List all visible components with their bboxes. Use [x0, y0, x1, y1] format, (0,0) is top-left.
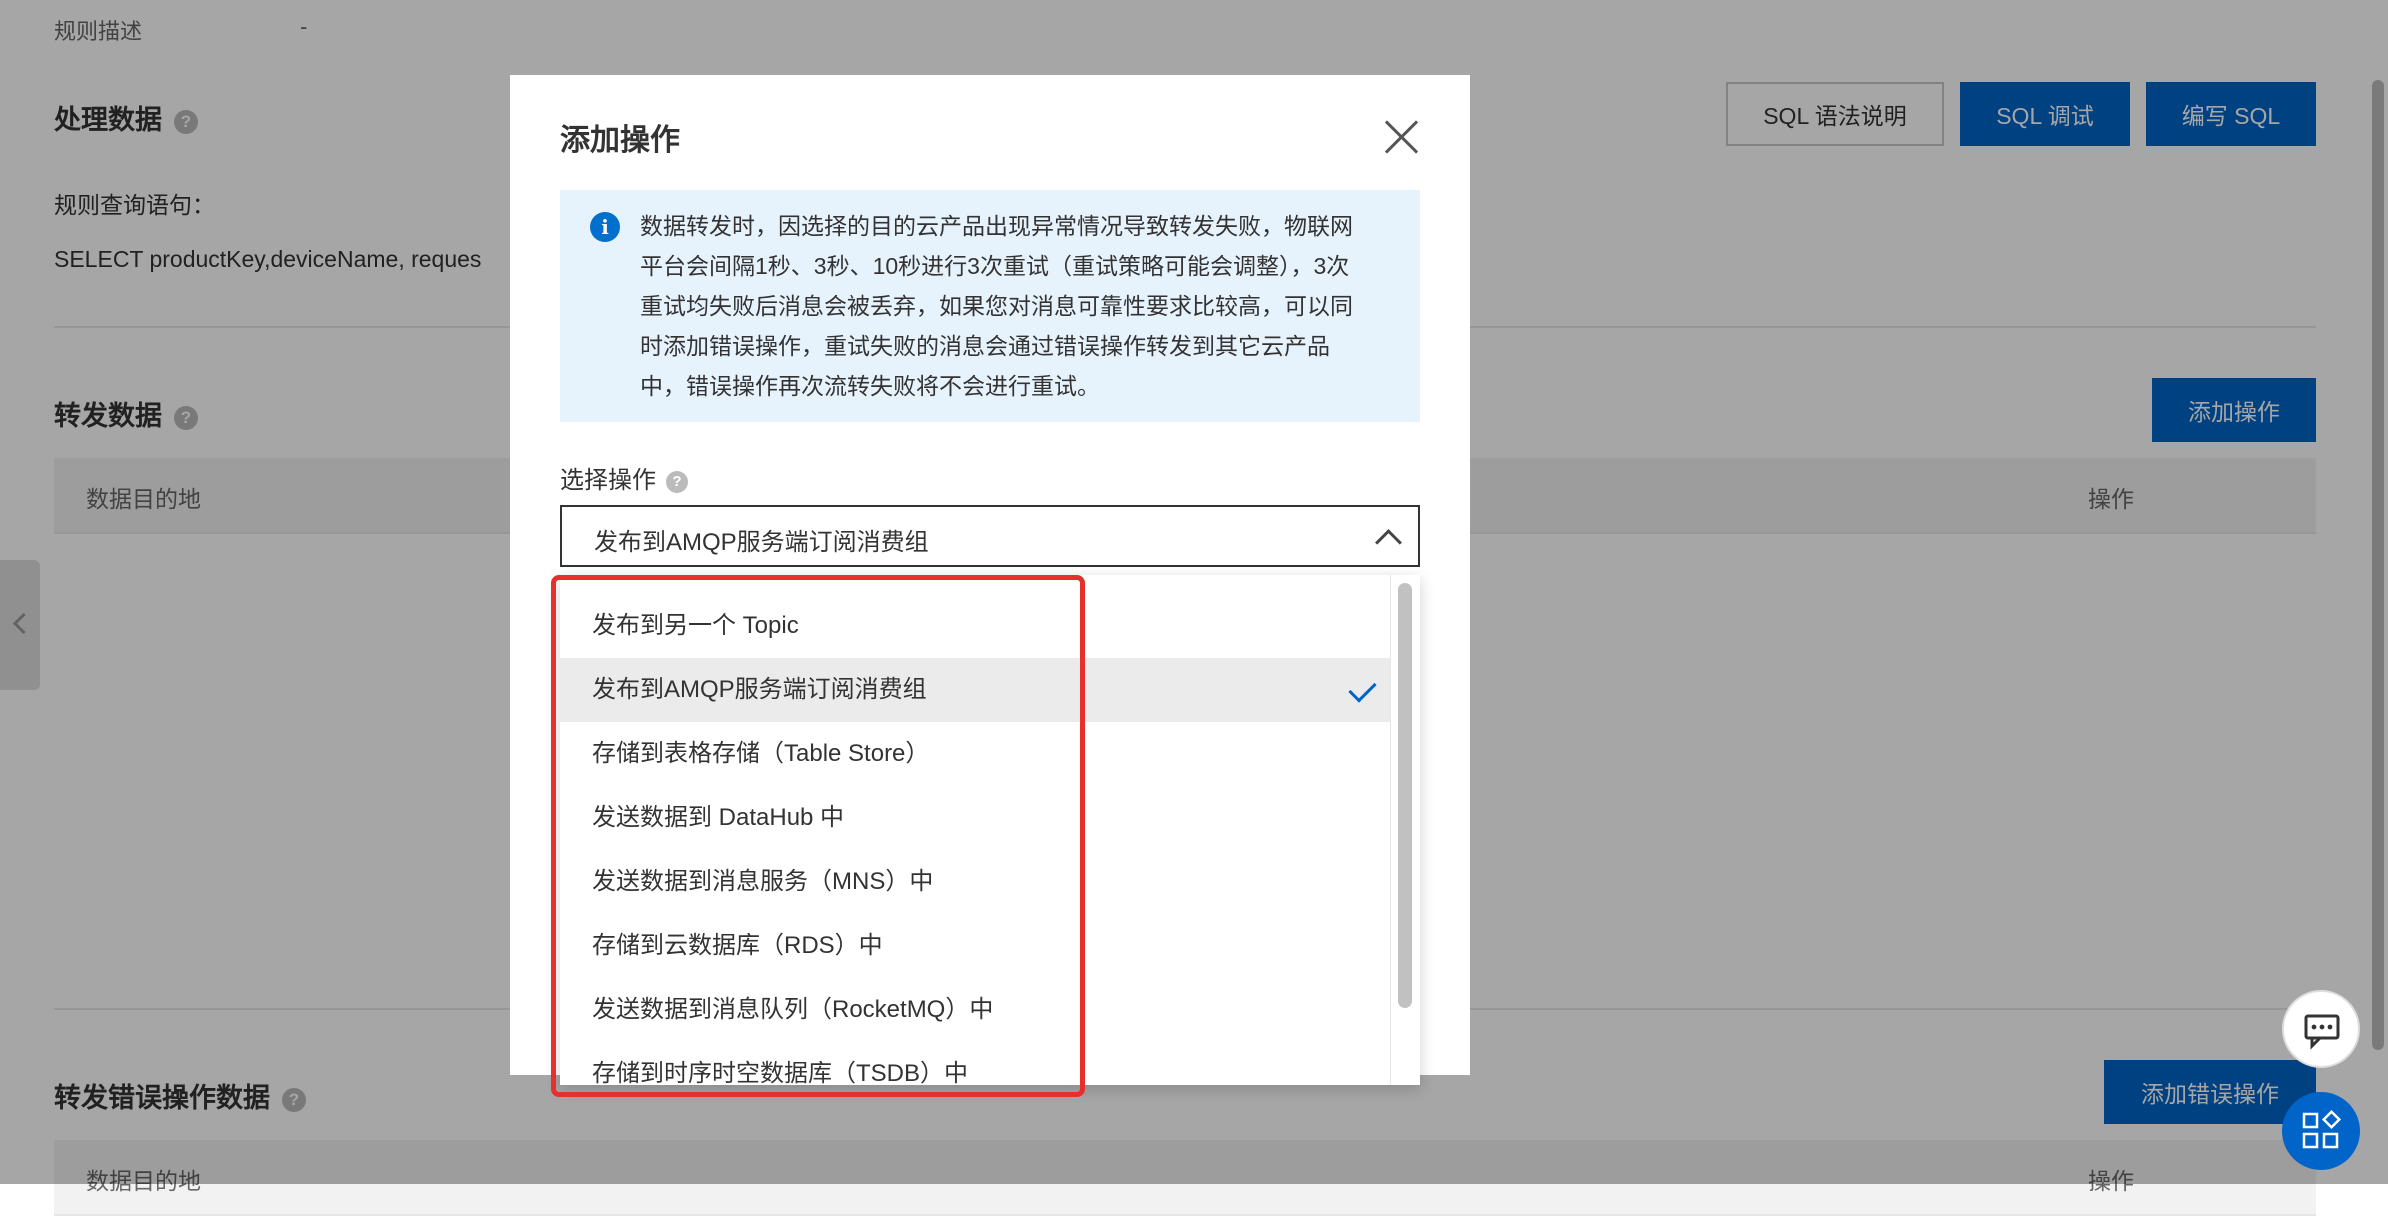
retry-notice: i 数据转发时，因选择的目的云产品出现异常情况导致转发失败，物联网 平台会间隔1… [560, 190, 1420, 422]
modal-title: 添加操作 [560, 124, 680, 157]
select-action-label: 选择操作? [560, 460, 688, 495]
notice-line: 数据转发时，因选择的目的云产品出现异常情况导致转发失败，物联网 [640, 213, 1353, 239]
dropdown-scrollbar[interactable] [1398, 583, 1412, 1008]
select-value: 发布到AMQP服务端订阅消费组 [594, 529, 929, 556]
chevron-up-icon [1375, 529, 1402, 556]
action-select[interactable]: 发布到AMQP服务端订阅消费组 [560, 505, 1420, 567]
chat-icon [2304, 1014, 2340, 1050]
notice-line: 中，错误操作再次流转失败将不会进行重试。 [640, 373, 1100, 399]
notice-line: 平台会间隔1秒、3秒、10秒进行3次重试（重试策略可能会调整），3次 [640, 253, 1350, 279]
check-icon [1348, 674, 1377, 703]
select-label-text: 选择操作 [560, 467, 656, 494]
notice-line: 时添加错误操作，重试失败的消息会通过错误操作转发到其它云产品 [640, 333, 1330, 359]
close-icon[interactable] [1380, 115, 1424, 159]
notice-line: 重试均失败后消息会被丢弃，如果您对消息可靠性要求比较高，可以同 [640, 293, 1353, 319]
page-scrollbar[interactable] [2372, 80, 2384, 1050]
chat-button[interactable] [2282, 990, 2360, 1068]
info-icon: i [590, 212, 620, 242]
highlight-box [551, 575, 1085, 1097]
grid-icon [2302, 1109, 2342, 1149]
apps-button[interactable] [2282, 1092, 2360, 1170]
help-icon[interactable]: ? [666, 470, 688, 493]
